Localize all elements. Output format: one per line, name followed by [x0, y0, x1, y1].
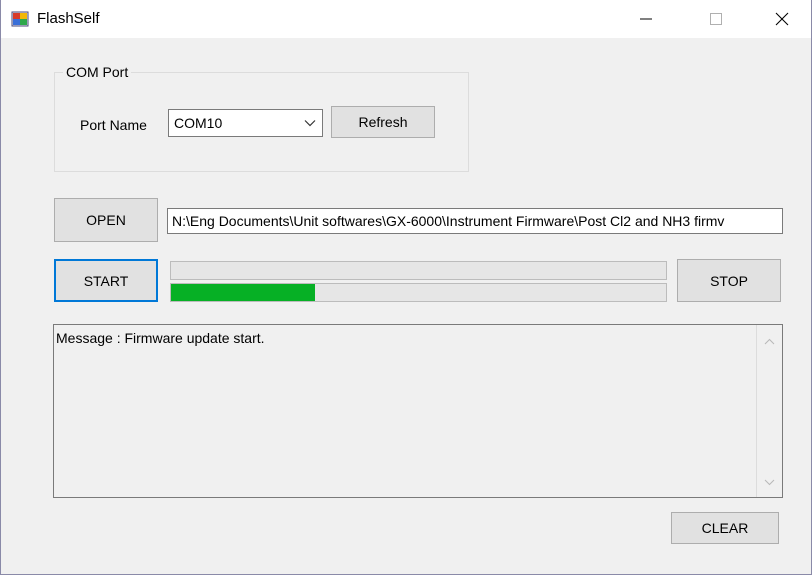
- com-port-group-label: COM Port: [63, 64, 132, 80]
- refresh-button[interactable]: Refresh: [331, 106, 435, 138]
- flashself-window: FlashSelf COM Port Port Name COM10 Refre…: [0, 0, 812, 575]
- progress-bar-top: [170, 261, 667, 280]
- progress-bar-bottom-fill: [171, 284, 315, 301]
- clear-button[interactable]: CLEAR: [671, 512, 779, 544]
- open-button[interactable]: OPEN: [54, 198, 158, 242]
- maximize-button[interactable]: [693, 0, 739, 38]
- maximize-icon: [710, 13, 722, 25]
- application-icon: [11, 11, 29, 27]
- close-icon: [775, 12, 789, 26]
- firmware-path-field[interactable]: N:\Eng Documents\Unit softwares\GX-6000\…: [167, 208, 783, 234]
- close-button[interactable]: [759, 0, 805, 38]
- progress-bar-bottom: [170, 283, 667, 302]
- stop-button[interactable]: STOP: [677, 259, 781, 302]
- port-name-value: COM10: [174, 115, 223, 131]
- message-log[interactable]: Message : Firmware update start.: [53, 324, 783, 498]
- minimize-icon: [640, 18, 652, 20]
- message-log-scrollbar[interactable]: [756, 325, 782, 497]
- port-name-select[interactable]: COM10: [168, 109, 323, 137]
- window-title: FlashSelf: [37, 10, 100, 27]
- firmware-path-value: N:\Eng Documents\Unit softwares\GX-6000\…: [172, 213, 725, 229]
- minimize-button[interactable]: [623, 0, 669, 38]
- message-text: Message : Firmware update start.: [56, 330, 265, 346]
- port-name-label: Port Name: [80, 117, 147, 133]
- scroll-up-icon[interactable]: [764, 338, 775, 345]
- title-bar[interactable]: FlashSelf: [1, 0, 811, 38]
- start-button[interactable]: START: [54, 259, 158, 302]
- chevron-down-icon: [304, 120, 316, 127]
- scroll-down-icon[interactable]: [764, 479, 775, 486]
